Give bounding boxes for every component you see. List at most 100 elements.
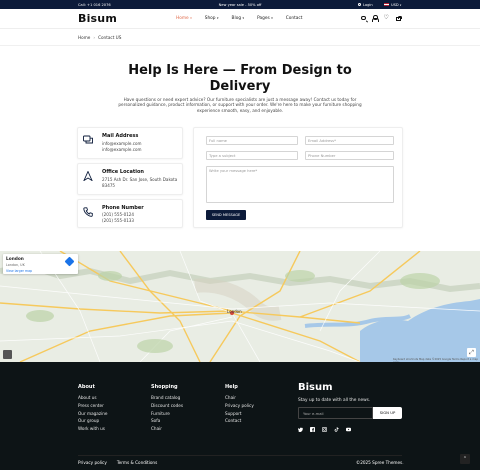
phone-number-card: Phone Number (201) 555-0124 (201) 555-01…: [77, 199, 183, 228]
send-message-button[interactable]: SEND MESSAGE: [206, 210, 246, 220]
nav-pages-label: Pages: [257, 16, 270, 21]
nav-pages[interactable]: Pages ▾: [257, 16, 273, 21]
phone-field[interactable]: Phone Number: [305, 151, 394, 160]
newsletter-text: Stay up to date with all the news.: [298, 398, 371, 403]
divider: [0, 45, 480, 46]
bag-icon[interactable]: [395, 15, 402, 21]
card-line: info@example.com: [102, 147, 142, 152]
topbar-promo: New year sale - 50% off: [218, 2, 262, 7]
map-info-card: London London, UK View larger map: [3, 254, 78, 274]
card-title: Phone Number: [102, 205, 144, 211]
chevron-down-icon: ▾: [399, 2, 402, 7]
breadcrumb: Home › Contact US: [78, 35, 121, 40]
footer-link[interactable]: Privacy policy: [225, 403, 254, 408]
copyright: ©2025 Spree Themes.: [356, 460, 404, 465]
location-arrow-icon: [82, 170, 94, 182]
user-icon: [358, 3, 361, 6]
map-embed[interactable]: London London, UK View larger map London…: [0, 251, 480, 362]
nav-contact[interactable]: Contact: [286, 16, 303, 21]
footer-logo[interactable]: Bisum: [298, 382, 333, 393]
footer-link[interactable]: Chair: [225, 395, 254, 400]
nav-contact-label: Contact: [285, 16, 303, 21]
login-link[interactable]: Login: [358, 3, 373, 7]
breadcrumb-home[interactable]: Home: [78, 35, 90, 40]
footer-shopping-column: Shopping Brand catalog Discount codes Fu…: [151, 384, 183, 435]
card-line: 83475: [102, 183, 116, 188]
footer-about-column: About About us Press center Our magazine…: [78, 384, 107, 435]
nav-home[interactable]: Home ▾: [176, 16, 192, 21]
card-title: Office Location: [102, 169, 144, 175]
chevron-down-icon: ▾: [242, 16, 245, 20]
intro-text: Have questions or need expert advice? Ou…: [118, 97, 362, 113]
terms-link[interactable]: Terms & Conditions: [117, 460, 157, 465]
email-field[interactable]: Email Address*: [305, 136, 394, 145]
footer-help-column: Help Chair Privacy policy Support Contac…: [225, 384, 254, 427]
directions-icon[interactable]: [64, 256, 75, 267]
youtube-icon[interactable]: [346, 427, 351, 434]
main-nav: Home ▾ Shop ▾ Blog ▾ Pages ▾ Contact: [176, 16, 302, 21]
footer-heading: Help: [225, 384, 238, 390]
map-place-name: London: [6, 257, 24, 262]
page-title: Help Is Here — From Design to Delivery: [0, 63, 480, 95]
signup-button[interactable]: SIGN UP: [373, 407, 402, 419]
chat-icon: [83, 135, 93, 145]
nav-shop[interactable]: Shop ▾: [205, 16, 219, 21]
office-location-card: Office Location 2715 Ash Dr. San Jose, S…: [77, 163, 183, 195]
pegman-icon[interactable]: [3, 350, 12, 359]
footer-link[interactable]: Contact: [225, 419, 254, 424]
footer-heading: About: [78, 384, 95, 390]
privacy-policy-link[interactable]: Privacy policy: [78, 460, 107, 465]
user-icon[interactable]: [372, 15, 379, 22]
nav-blog[interactable]: Blog ▾: [232, 16, 245, 21]
footer-link[interactable]: Brand catalog: [151, 395, 183, 400]
footer-link[interactable]: Furniture: [151, 411, 183, 416]
scroll-to-top-button[interactable]: ⌃: [460, 454, 470, 464]
phone-icon: [83, 207, 93, 217]
subject-field[interactable]: Type a subject: [206, 151, 298, 160]
nav-blog-label: Blog: [231, 16, 242, 21]
page-title-line1: Help Is Here — From Design to: [128, 63, 352, 78]
map-larger-link[interactable]: View larger map: [6, 269, 32, 273]
contact-form: Full name Email Address* Type a subject …: [193, 127, 403, 228]
instagram-icon[interactable]: [322, 427, 327, 434]
page-title-line2: Delivery: [209, 79, 271, 94]
site-header: Bisum Home ▾ Shop ▾ Blog ▾ Pages ▾ Contact ♡: [0, 9, 480, 29]
footer-link[interactable]: Our group: [78, 419, 107, 424]
footer-link[interactable]: Sofa: [151, 419, 183, 424]
footer-link[interactable]: Discount codes: [151, 403, 183, 408]
footer-link[interactable]: Press center: [78, 403, 107, 408]
us-flag-icon: [384, 2, 389, 7]
footer-link[interactable]: Chair: [151, 426, 183, 431]
tiktok-icon[interactable]: [334, 427, 339, 434]
footer-heading: Shopping: [151, 384, 178, 390]
nav-shop-label: Shop: [204, 16, 216, 21]
card-line: (201) 555-0133: [102, 218, 135, 223]
site-logo[interactable]: Bisum: [78, 12, 117, 25]
footer-link[interactable]: Our magazine: [78, 411, 107, 416]
social-links: [297, 427, 351, 434]
chevron-down-icon: ▾: [217, 16, 219, 20]
footer-link[interactable]: Work with us: [78, 426, 107, 431]
login-label: Login: [363, 2, 373, 7]
newsletter-email-input[interactable]: Your e-mail: [298, 407, 373, 419]
card-line: (201) 555-0124: [102, 212, 135, 217]
chevron-down-icon: ▾: [190, 16, 192, 20]
message-field[interactable]: Write your message here*: [206, 166, 394, 203]
card-line: 2715 Ash Dr. San Jose, South Dakota: [102, 177, 178, 182]
currency-label: USD: [391, 2, 399, 7]
footer-link[interactable]: About us: [78, 395, 107, 400]
map-place-sub: London, UK: [6, 263, 25, 267]
header-icons: ♡: [361, 15, 402, 22]
currency-select[interactable]: USD ▾: [384, 3, 401, 7]
heart-icon[interactable]: ♡: [384, 15, 390, 21]
facebook-icon[interactable]: [310, 427, 315, 434]
footer-divider: [78, 455, 402, 456]
mail-address-card: Mail Address info@example.com info@examp…: [77, 127, 183, 159]
map-fullscreen-icon[interactable]: ⤢: [467, 348, 476, 357]
footer-link[interactable]: Support: [225, 411, 254, 416]
card-title: Mail Address: [102, 133, 139, 139]
full-name-field[interactable]: Full name: [206, 136, 298, 145]
twitter-icon[interactable]: [297, 427, 303, 434]
nav-home-label: Home: [176, 16, 189, 21]
search-icon[interactable]: [361, 15, 366, 21]
